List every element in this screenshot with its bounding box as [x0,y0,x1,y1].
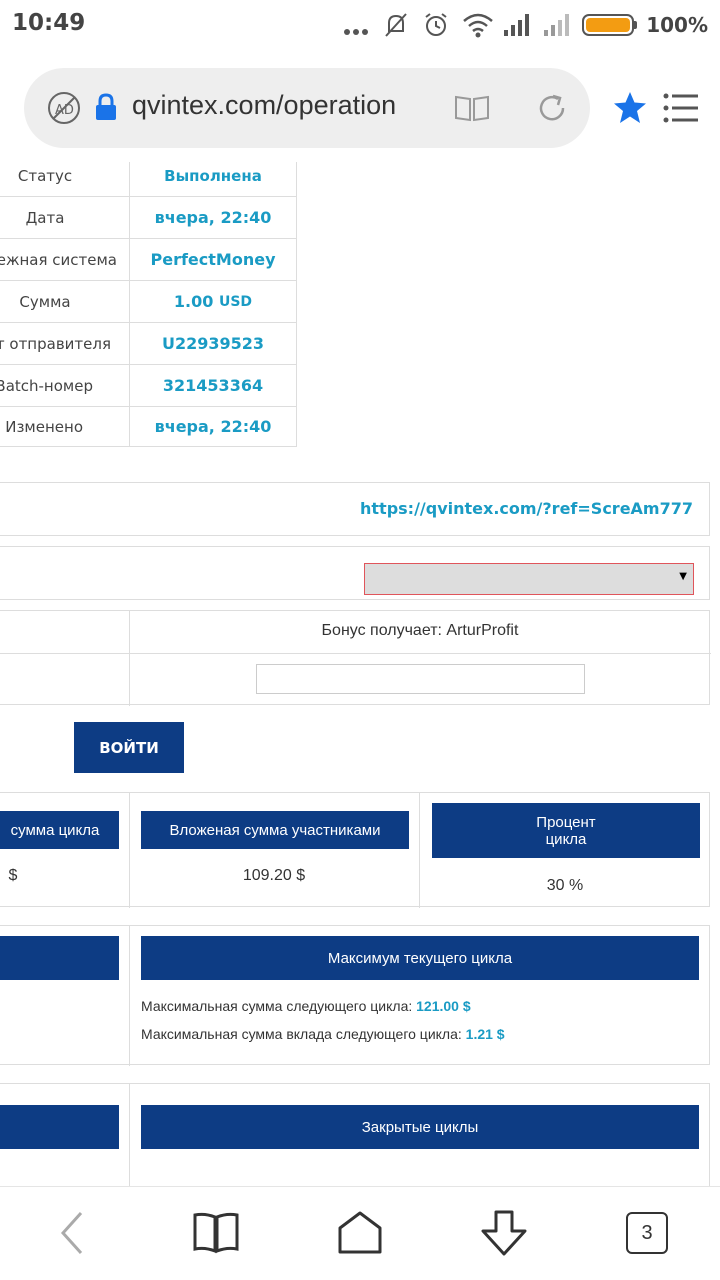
bonus-table: Бонус получает: ArturProfit [0,610,711,706]
divider [129,926,130,1066]
cycle-stats: сумма цикла $ Вложеная сумма участниками… [0,792,710,908]
home-icon [338,1211,382,1254]
book-icon [193,1212,239,1254]
date-value: вчера, 22:40 [129,196,297,239]
amount-unit: USD [218,293,253,310]
page-content: Статус Выполнена Дата вчера, 22:40 тежна… [0,162,720,1186]
reload-icon[interactable] [536,92,568,128]
row-label: Изменено [0,406,130,447]
row-label: Сумма [0,280,130,323]
battery-percent: 100% [646,13,708,37]
login-button[interactable]: ВОЙТИ [74,722,184,773]
invested-sum-value: 109.20 $ [242,867,306,884]
max-next-deposit: Максимальная сумма вклада следующего цик… [141,1026,505,1042]
header-line: цикла [545,830,587,848]
max-cycle-header: Максимум текущего цикла [141,936,699,980]
bonus-input[interactable] [256,664,585,694]
sender-account-value: U22939523 [129,322,297,365]
svg-text:AD: AD [55,103,74,118]
modified-value: вчера, 22:40 [129,406,297,447]
more-dots-icon [342,12,370,38]
status-icons: 100% [342,10,708,40]
mute-bell-icon [382,12,410,38]
back-button[interactable] [44,1207,100,1259]
invested-sum-header: Вложеная сумма участниками [141,811,409,849]
adblock-icon[interactable]: AD [46,90,82,130]
max-next-cycle: Максимальная сумма следующего цикла: 121… [141,998,471,1014]
max-next-deposit-label: Максимальная сумма вклада следующего цик… [141,1026,462,1042]
browser-bottom-nav: 3 [0,1186,720,1280]
divider [129,793,130,908]
left-header [0,936,119,980]
tab-count: 3 [626,1212,668,1254]
address-bar[interactable]: AD qvintex.com/operation [24,68,590,148]
closed-cycles-header: Закрытые циклы [141,1105,699,1149]
alarm-icon [422,12,450,38]
left-header [0,1105,119,1149]
payment-select[interactable]: ▼ [364,563,694,595]
referral-box: https://qvintex.com/?ref=ScreAm777 [0,482,710,536]
cycle-sum-value: $ [8,867,18,884]
row-label: Дата [0,196,130,239]
status-bar: 10:49 100% [0,0,720,50]
batch-number-value: 321453364 [129,364,297,407]
amount-number: 1.00 [173,292,214,311]
max-next-cycle-value: 121.00 $ [416,998,471,1014]
wifi-icon [462,12,494,38]
divider [0,653,711,654]
clock: 10:49 [12,10,86,36]
row-label: Статус [0,162,130,197]
download-button[interactable] [476,1207,532,1259]
bonus-receiver: Бонус получает: ArturProfit [321,622,519,639]
signal-2-icon [542,12,570,38]
reader-mode-icon[interactable] [454,92,490,128]
menu-icon[interactable] [662,92,700,128]
tabs-button[interactable]: 3 [619,1207,675,1259]
amount-value: 1.00 USD [129,280,297,323]
row-label: Batch-номер [0,364,130,407]
max-next-deposit-value: 1.21 $ [465,1026,505,1042]
bookmarks-button[interactable] [188,1207,244,1259]
max-next-cycle-label: Максимальная сумма следующего цикла: [141,998,413,1014]
battery-icon [582,14,638,36]
payment-system-value: PerfectMoney [129,238,297,281]
referral-link[interactable]: https://qvintex.com/?ref=ScreAm777 [360,499,693,518]
chevron-down-icon: ▼ [679,571,687,582]
signal-icon [502,12,530,38]
select-row: ▼ [0,546,710,600]
cycle-sum-header: сумма цикла [0,811,119,849]
lock-icon [94,92,118,126]
download-arrow-icon [481,1210,527,1256]
header-line: Процент [536,813,596,831]
bookmark-star-icon[interactable] [612,90,648,130]
status-value: Выполнена [129,162,297,197]
cycle-percent-value: 30 % [546,877,584,894]
home-button[interactable] [332,1207,388,1259]
browser-toolbar: AD qvintex.com/operation [0,50,720,162]
closed-cycles-panel: Закрытые циклы [0,1083,710,1186]
row-label: тежная система [0,238,130,281]
row-label: ет отправителя [0,322,130,365]
divider [129,1084,130,1186]
url-text[interactable]: qvintex.com/operation [132,90,438,121]
cycle-percent-header: Процент цикла [432,803,700,858]
back-arrow-icon [60,1211,83,1255]
max-cycle-panel: Максимум текущего цикла Максимальная сум… [0,925,710,1066]
